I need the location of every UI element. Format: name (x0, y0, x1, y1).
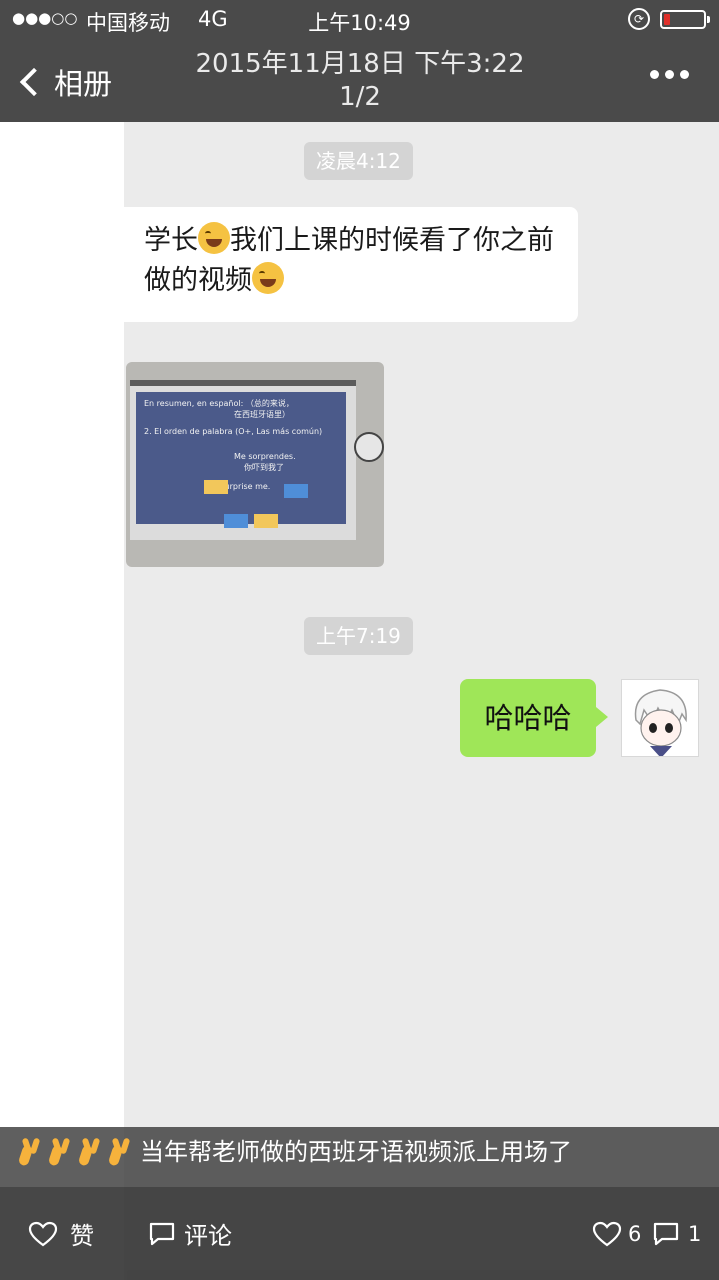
battery-level (664, 14, 670, 25)
battery-icon (660, 10, 710, 29)
slide-text: 在西班牙语里） (234, 410, 290, 419)
slide-text: You surprise me. (204, 482, 271, 491)
post-caption: 当年帮老师做的西班牙语视频派上用场了 (0, 1127, 719, 1187)
more-options-button[interactable] (650, 70, 689, 79)
back-button[interactable]: 相册 (18, 60, 112, 104)
rotation-lock-icon: ⟳ (628, 8, 650, 30)
more-dot-icon (650, 70, 659, 79)
slide-text: 你吓到我了 (244, 463, 284, 472)
like-count: 6 (628, 1221, 642, 1246)
victory-hand-emoji-icon (50, 1138, 76, 1164)
slide: En resumen, en español: （总的来说， 在西班牙语里） 2… (136, 392, 346, 528)
page-title: 2015年11月18日 下午3:22 1/2 (160, 48, 560, 114)
comment-icon (652, 1221, 680, 1247)
victory-hand-emoji-icon (20, 1138, 46, 1164)
like-label: 赞 (70, 1222, 94, 1250)
title-date: 2015年11月18日 下午3:22 (195, 49, 525, 79)
comment-icon (148, 1221, 176, 1247)
back-label: 相册 (54, 67, 113, 101)
victory-hand-emoji-icon (80, 1138, 106, 1164)
wall-clock-icon (354, 432, 384, 462)
slide-box (204, 480, 228, 494)
heart-icon (592, 1221, 622, 1247)
chat-timestamp: 凌晨4:12 (304, 142, 413, 180)
caption-text: 当年帮老师做的西班牙语视频派上用场了 (140, 1138, 572, 1166)
title-counter: 1/2 (339, 82, 381, 112)
more-dot-icon (680, 70, 689, 79)
avatar[interactable] (621, 679, 699, 757)
more-dot-icon (665, 70, 674, 79)
comments-count-button[interactable]: 1 (652, 1187, 701, 1280)
comment-label: 评论 (184, 1222, 232, 1250)
status-bar: ●●●○○ 中国移动 4G 上午10:49 ⟳ (0, 0, 719, 40)
message-bubble-received: 学长 我们上课的时候看了你之前做的视频 (124, 207, 578, 322)
slide-text: 2. El orden de palabra (O+, Las más comú… (144, 427, 323, 436)
bottom-toolbar: 赞 评论 6 1 (0, 1187, 719, 1280)
slide-box (254, 514, 278, 528)
chat-screenshot[interactable]: 凌晨4:12 学长 我们上课的时候看了你之前做的视频 En resumen, en… (124, 122, 719, 1280)
slide-text: En resumen, en español: （总的来说， (144, 399, 294, 408)
message-bubble-sent: 哈哈哈 (460, 679, 608, 757)
top-bar: ●●●○○ 中国移动 4G 上午10:49 ⟳ 相册 2015年11月18日 下… (0, 0, 719, 122)
tears-of-joy-emoji-icon (198, 222, 230, 254)
projector-screen: En resumen, en español: （总的来说， 在西班牙语里） 2… (130, 380, 356, 540)
status-time: 上午10:49 (308, 11, 411, 35)
tears-of-joy-emoji-icon (252, 262, 284, 294)
chevron-left-icon (19, 67, 49, 97)
like-button[interactable]: 赞 (28, 1187, 94, 1280)
comment-button[interactable]: 评论 (148, 1187, 232, 1280)
message-text: 学长 (144, 225, 198, 256)
victory-hand-emoji-icon (110, 1138, 136, 1164)
chat-timestamp: 上午7:19 (304, 617, 413, 655)
comment-count: 1 (688, 1221, 702, 1246)
slide-box (284, 484, 308, 498)
slide-box (224, 514, 248, 528)
image-message[interactable]: En resumen, en español: （总的来说， 在西班牙语里） 2… (126, 362, 384, 567)
heart-icon (28, 1221, 58, 1247)
likes-count-button[interactable]: 6 (592, 1187, 641, 1280)
slide-text: Me sorprendes. (234, 452, 296, 461)
